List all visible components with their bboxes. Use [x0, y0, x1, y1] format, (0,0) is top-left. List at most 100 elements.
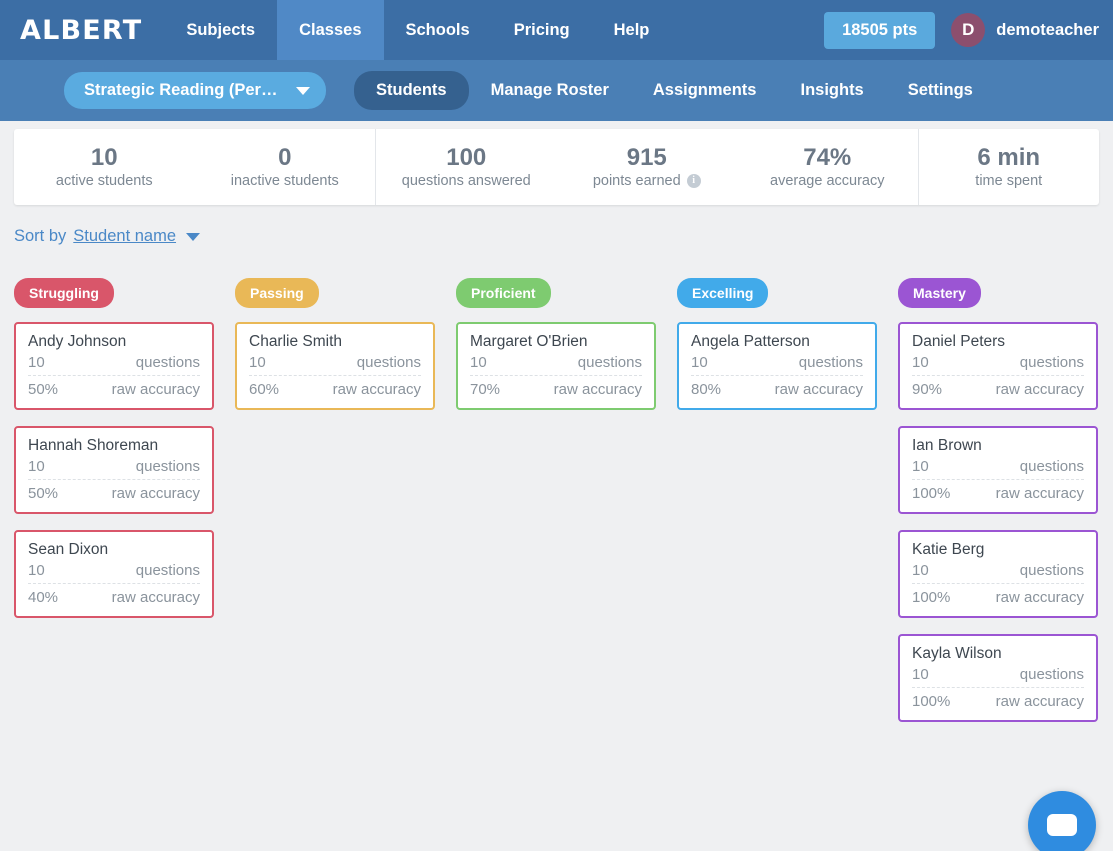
- stat-value: 915: [626, 144, 667, 172]
- student-accuracy-row: 100% raw accuracy: [912, 687, 1084, 710]
- student-name: Katie Berg: [912, 541, 985, 558]
- student-accuracy-value: 50%: [28, 485, 59, 502]
- student-questions-count: 10: [28, 458, 45, 475]
- chat-bubble-icon[interactable]: [1028, 791, 1096, 851]
- student-accuracy-row: 100% raw accuracy: [912, 479, 1084, 502]
- stat-inactive-students: 0 inactive students: [195, 129, 376, 205]
- nav-item-help[interactable]: Help: [592, 0, 672, 60]
- stat-value: 100: [446, 144, 487, 172]
- tab-manage-roster[interactable]: Manage Roster: [469, 71, 631, 110]
- category-badge-excelling[interactable]: Excelling: [677, 278, 769, 308]
- student-accuracy-value: 100%: [912, 485, 951, 502]
- student-name: Charlie Smith: [249, 333, 343, 350]
- student-questions-row: 10 questions: [249, 352, 421, 375]
- student-category-columns: Struggling Andy Johnson 10 questions 50% raw …: [0, 278, 1113, 738]
- class-selector-label: Strategic Reading (Peri...: [84, 81, 278, 99]
- class-selector-dropdown[interactable]: Strategic Reading (Peri...: [64, 72, 326, 109]
- tab-assignments[interactable]: Assignments: [631, 71, 779, 110]
- nav-item-schools[interactable]: Schools: [384, 0, 492, 60]
- category-badge-struggling[interactable]: Struggling: [14, 278, 114, 308]
- nav-item-label: Classes: [299, 20, 362, 39]
- tab-settings[interactable]: Settings: [886, 71, 995, 110]
- student-questions-count: 10: [912, 354, 929, 371]
- student-card[interactable]: Margaret O'Brien 10 questions 70% raw accura…: [456, 322, 656, 410]
- student-card[interactable]: Katie Berg 10 questions 100% raw accuracy: [898, 530, 1098, 618]
- student-questions-row: 10 questions: [691, 352, 863, 375]
- nav-item-pricing[interactable]: Pricing: [492, 0, 592, 60]
- user-menu[interactable]: D demoteacher: [951, 13, 1099, 47]
- student-questions-row: 10 questions: [912, 352, 1084, 375]
- category-column-passing: Passing Charlie Smith 10 questions 60% raw ac…: [235, 278, 435, 426]
- stat-value: 0: [278, 144, 292, 172]
- top-nav-right-section: 18505 pts D demoteacher: [824, 0, 1113, 60]
- student-accuracy-label: raw accuracy: [111, 589, 200, 606]
- nav-item-label: Help: [613, 20, 650, 39]
- student-accuracy-label: raw accuracy: [774, 381, 863, 398]
- category-column-proficient: Proficient Margaret O'Brien 10 questions 70%…: [456, 278, 656, 426]
- category-badge-proficient[interactable]: Proficient: [456, 278, 551, 308]
- student-accuracy-value: 50%: [28, 381, 59, 398]
- student-questions-label: questions: [798, 354, 863, 371]
- class-tabs: Students Manage Roster Assignments Insights…: [354, 71, 995, 110]
- chevron-down-icon[interactable]: [186, 232, 201, 241]
- student-accuracy-value: 80%: [691, 381, 722, 398]
- tab-insights[interactable]: Insights: [778, 71, 885, 110]
- nav-item-label: Schools: [405, 20, 470, 39]
- student-card[interactable]: Daniel Peters 10 questions 90% raw accuracy: [898, 322, 1098, 410]
- stat-value: 10: [90, 144, 118, 172]
- student-questions-label: questions: [135, 562, 200, 579]
- student-questions-count: 10: [912, 666, 929, 683]
- student-accuracy-row: 40% raw accuracy: [28, 583, 200, 606]
- student-questions-count: 10: [912, 562, 929, 579]
- student-questions-row: 10 questions: [912, 560, 1084, 583]
- stat-questions-answered: 100 questions answered: [376, 129, 557, 205]
- student-accuracy-value: 100%: [912, 589, 951, 606]
- category-badge-passing[interactable]: Passing: [235, 278, 319, 308]
- student-questions-row: 10 questions: [470, 352, 642, 375]
- student-accuracy-value: 60%: [249, 381, 280, 398]
- student-accuracy-label: raw accuracy: [332, 381, 421, 398]
- student-questions-label: questions: [356, 354, 421, 371]
- student-accuracy-row: 60% raw accuracy: [249, 375, 421, 398]
- nav-item-subjects[interactable]: Subjects: [164, 0, 277, 60]
- category-badge-mastery[interactable]: Mastery: [898, 278, 981, 308]
- student-card[interactable]: Charlie Smith 10 questions 60% raw accuracy: [235, 322, 435, 410]
- stat-label: inactive students: [231, 173, 339, 189]
- student-accuracy-value: 40%: [28, 589, 59, 606]
- info-icon[interactable]: i: [686, 173, 701, 188]
- avatar: D: [951, 13, 986, 47]
- student-questions-count: 10: [912, 458, 929, 475]
- student-card[interactable]: Ian Brown 10 questions 100% raw accuracy: [898, 426, 1098, 514]
- student-card[interactable]: Kayla Wilson 10 questions 100% raw accuracy: [898, 634, 1098, 722]
- stat-time-spent: 6 min time spent: [919, 129, 1100, 205]
- student-card[interactable]: Hannah Shoreman 10 questions 50% raw accurac…: [14, 426, 214, 514]
- nav-item-label: Pricing: [513, 20, 570, 39]
- student-card[interactable]: Sean Dixon 10 questions 40% raw accuracy: [14, 530, 214, 618]
- nav-item-classes[interactable]: Classes: [277, 0, 384, 60]
- stat-active-students: 10 active students: [14, 129, 195, 205]
- student-questions-row: 10 questions: [28, 352, 200, 375]
- stat-label: average accuracy: [770, 173, 884, 189]
- student-accuracy-value: 70%: [470, 381, 501, 398]
- student-questions-row: 10 questions: [28, 560, 200, 583]
- stat-label: points earned i: [593, 173, 701, 189]
- student-questions-label: questions: [1019, 458, 1084, 475]
- tab-label: Manage Roster: [490, 81, 609, 99]
- tab-students[interactable]: Students: [354, 71, 469, 110]
- student-name: Margaret O'Brien: [470, 333, 588, 350]
- sort-by-dropdown[interactable]: Student name: [73, 227, 176, 246]
- student-accuracy-value: 100%: [912, 693, 951, 710]
- student-accuracy-label: raw accuracy: [553, 381, 642, 398]
- student-card[interactable]: Andy Johnson 10 questions 50% raw accuracy: [14, 322, 214, 410]
- student-questions-label: questions: [1019, 562, 1084, 579]
- student-accuracy-row: 70% raw accuracy: [470, 375, 642, 398]
- albert-logo[interactable]: ALBERT: [0, 0, 164, 60]
- chevron-down-icon: [296, 86, 310, 95]
- student-card[interactable]: Angela Patterson 10 questions 80% raw accura…: [677, 322, 877, 410]
- student-accuracy-row: 50% raw accuracy: [28, 375, 200, 398]
- tab-label: Insights: [800, 81, 864, 99]
- tab-label: Students: [376, 81, 447, 99]
- student-accuracy-row: 50% raw accuracy: [28, 479, 200, 502]
- student-questions-label: questions: [1019, 666, 1084, 683]
- points-badge[interactable]: 18505 pts: [824, 11, 936, 49]
